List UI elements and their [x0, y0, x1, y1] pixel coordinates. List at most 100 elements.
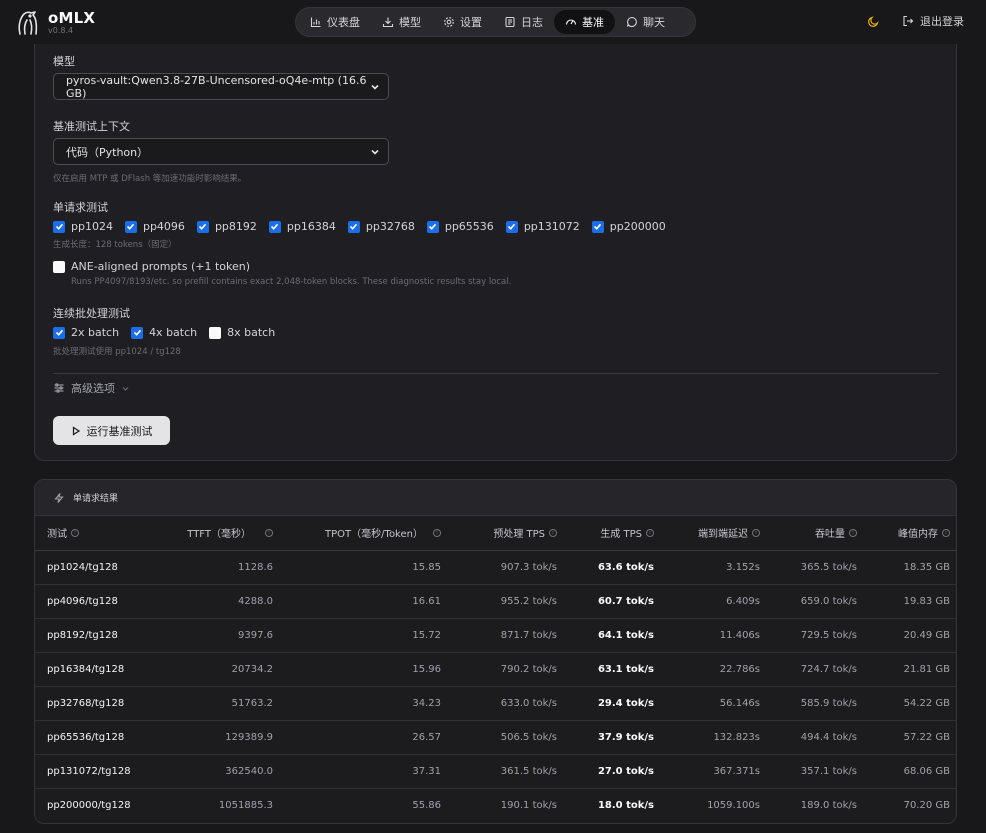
cell-prefill-tps: 871.7 tok/s: [453, 618, 569, 653]
table-row: pp4096/tg128 4288.0 16.61 955.2 tok/s 60…: [35, 584, 956, 619]
cell-throughput: 585.9 tok/s: [772, 686, 869, 721]
info-icon[interactable]: i: [265, 528, 273, 537]
checkbox-box[interactable]: [505, 220, 518, 233]
checkbox-pp32768[interactable]: pp32768: [347, 220, 415, 233]
column-header-label: TPOT（毫秒/Token）: [325, 529, 423, 541]
cell-test: pp1024/tg128: [35, 550, 155, 585]
advanced-options-toggle[interactable]: 高级选项: [53, 380, 130, 396]
column-header-label: 测试: [47, 529, 67, 541]
nav-label: 日志: [521, 16, 543, 29]
model-label: 模型: [53, 55, 75, 68]
check-icon: [127, 223, 135, 230]
context-select-value: 代码（Python）: [66, 145, 149, 159]
checkbox-box[interactable]: [53, 260, 65, 273]
checkbox-box[interactable]: [53, 326, 65, 339]
cell-tpot: 15.72: [285, 618, 453, 653]
nav-item-dashboard[interactable]: 仪表盘: [299, 10, 371, 34]
cell-throughput: 357.1 tok/s: [772, 754, 869, 789]
info-icon[interactable]: i: [849, 528, 857, 537]
info-icon[interactable]: i: [549, 528, 557, 537]
checkbox-box[interactable]: [268, 220, 281, 233]
checkbox-pp16384[interactable]: pp16384: [268, 220, 336, 233]
column-header-gen-tps[interactable]: 生成 TPS i: [569, 516, 666, 551]
cell-test: pp32768/tg128: [35, 686, 155, 721]
info-icon[interactable]: i: [646, 528, 654, 537]
column-header-throughput[interactable]: 吞吐量 i: [772, 516, 869, 551]
chevron-down-icon: [122, 386, 129, 391]
cell-test: pp4096/tg128: [35, 584, 155, 619]
nav-item-settings[interactable]: 设置: [432, 10, 493, 34]
checkbox-pp4096[interactable]: pp4096: [124, 220, 185, 233]
cell-peak-memory: 70.20 GB: [903, 799, 950, 811]
info-icon[interactable]: i: [71, 528, 79, 537]
checkbox-pp65536[interactable]: pp65536: [426, 220, 494, 233]
model-select[interactable]: pyros-vault:Qwen3.8-27B-Uncensored-oQ4e-…: [53, 73, 389, 100]
app-logo[interactable]: oMLX v0.8.4: [14, 8, 95, 36]
context-label: 基准测试上下文: [53, 120, 130, 133]
info-icon[interactable]: i: [433, 528, 441, 537]
run-benchmark-button[interactable]: 运行基准测试: [53, 416, 170, 445]
checkbox-box[interactable]: [53, 220, 65, 233]
gauge-icon: [565, 19, 577, 25]
check-icon: [429, 223, 437, 230]
gen-length-hint: 生成长度：128 tokens（固定）: [53, 240, 177, 250]
checkbox-box[interactable]: [426, 220, 439, 233]
column-header-tpot[interactable]: TPOT（毫秒/Token） i: [285, 516, 453, 551]
cell-ttft: 20734.2: [155, 652, 285, 687]
checkbox-pp8192[interactable]: pp8192: [196, 220, 257, 233]
cell-e2e-latency: 56.146s: [666, 686, 772, 721]
penguin-logo-icon: [18, 11, 38, 35]
cell-test: pp131072/tg128: [35, 754, 155, 789]
checkbox-label: pp200000: [609, 220, 666, 233]
cell-prefill-tps: 955.2 tok/s: [453, 584, 569, 619]
advanced-options-label: 高级选项: [71, 382, 115, 395]
checkbox-pp1024[interactable]: pp1024: [53, 220, 113, 233]
results-card: 单请求结果 测试 i TTFT（毫秒） i TPOT（毫秒/Token） i 预处理 …: [34, 479, 957, 824]
column-header-e2e-latency[interactable]: 端到端延迟 i: [666, 516, 772, 551]
ane-row: ANE-aligned prompts (+1 token): [53, 260, 262, 273]
app-version: v0.8.4: [48, 25, 74, 35]
chevron-down-icon: [371, 84, 379, 90]
cell-gen-tps: 64.1 tok/s: [569, 618, 666, 653]
moon-icon[interactable]: [867, 15, 880, 28]
nav-item-benchmark[interactable]: 基准: [554, 10, 615, 34]
check-icon: [350, 223, 358, 230]
cell-peak-memory: 18.35 GB: [869, 550, 956, 585]
table-header-row: 测试 i TTFT（毫秒） i TPOT（毫秒/Token） i 预处理 TPS i 生…: [35, 516, 956, 551]
info-icon[interactable]: i: [752, 528, 760, 537]
nav-item-logs[interactable]: 日志: [493, 10, 554, 34]
check-icon: [594, 223, 602, 230]
checkbox-2x-batch[interactable]: 2x batch: [53, 326, 119, 339]
checkbox-box[interactable]: [196, 220, 209, 233]
nav-item-chat[interactable]: 聊天: [615, 10, 676, 34]
top-bar: oMLX v0.8.4 仪表盘 模型 设置 日志 基准 聊天 退出登录: [0, 0, 986, 44]
checkbox-pp131072[interactable]: pp131072: [505, 220, 580, 233]
column-header-test[interactable]: 测试 i: [35, 516, 155, 551]
context-select[interactable]: 代码（Python）: [53, 138, 389, 165]
column-header-peak-memory[interactable]: 峰值内存 i: [869, 516, 956, 551]
column-header-label: 峰值内存: [898, 529, 938, 541]
column-header-ttft[interactable]: TTFT（毫秒） i: [155, 516, 285, 551]
nav-label: 仪表盘: [327, 16, 360, 29]
lightning-icon: [54, 492, 64, 503]
checkbox-4x-batch[interactable]: 4x batch: [131, 326, 197, 339]
table-row: pp16384/tg128 20734.2 15.96 790.2 tok/s …: [35, 652, 956, 687]
main-nav: 仪表盘 模型 设置 日志 基准 聊天: [295, 7, 696, 37]
checkbox-box[interactable]: [124, 220, 137, 233]
checkbox-8x-batch[interactable]: 8x batch: [209, 326, 275, 339]
info-icon[interactable]: i: [942, 528, 950, 537]
checkbox-box[interactable]: [347, 220, 360, 233]
column-header-label: 生成 TPS: [600, 529, 642, 541]
cell-gen-tps: 27.0 tok/s: [569, 754, 666, 789]
checkbox-box[interactable]: [209, 326, 222, 339]
checkbox-box[interactable]: [131, 326, 144, 339]
run-benchmark-label: 运行基准测试: [86, 424, 153, 438]
checkbox-box[interactable]: [591, 220, 604, 233]
checkbox-label: pp8192: [214, 220, 257, 233]
nav-item-models[interactable]: 模型: [371, 10, 432, 34]
checkbox-pp200000[interactable]: pp200000: [591, 220, 666, 233]
logout-button[interactable]: 退出登录: [902, 13, 964, 29]
checkbox-ane-aligned[interactable]: ANE-aligned prompts (+1 token): [53, 260, 250, 273]
column-header-prefill-tps[interactable]: 预处理 TPS i: [453, 516, 569, 551]
table-row: pp131072/tg128 362540.0 37.31 361.5 tok/…: [35, 754, 956, 789]
